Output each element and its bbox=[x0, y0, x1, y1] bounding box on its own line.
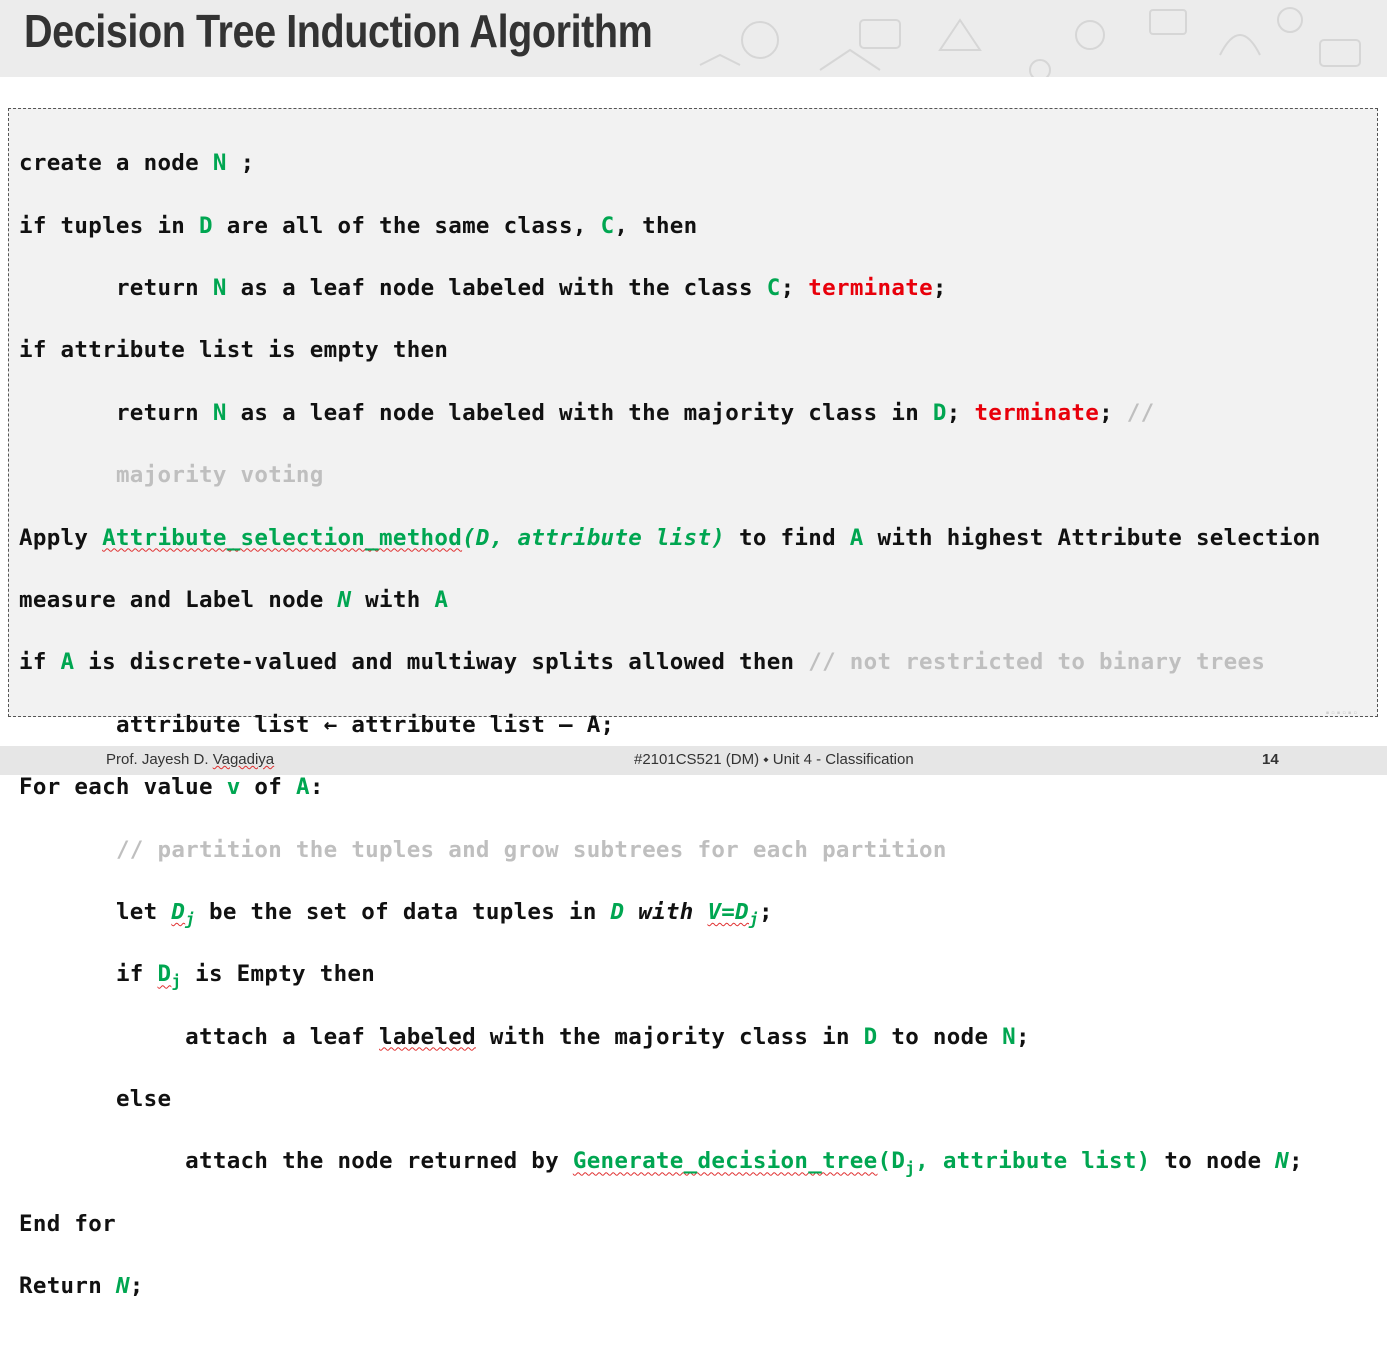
code-line-6: majority voting bbox=[19, 460, 1321, 491]
code-line-15: attach a leaf labeled with the majority … bbox=[185, 1023, 1030, 1050]
algorithm-code-block: create a node N ; if tuples in D are all… bbox=[8, 108, 1378, 1299]
code-line-19: Return N; bbox=[19, 1273, 144, 1300]
code-line-18: End for bbox=[19, 1210, 116, 1237]
slide-title: Decision Tree Induction Algorithm bbox=[24, 5, 653, 57]
code-line-11: For each value v of A: bbox=[19, 774, 324, 801]
code-line-5: return N as a leaf node labeled with the… bbox=[115, 399, 1155, 426]
footer-course: #2101CS521 (DM) ⬩ Unit 4 - Classificatio… bbox=[634, 751, 914, 768]
code-line-3: return N as a leaf node labeled with the… bbox=[115, 274, 947, 301]
code-line-14: if Dj is Empty then bbox=[115, 961, 376, 991]
footer-author: Prof. Jayesh D. Vagadiya bbox=[106, 751, 274, 768]
slide-footer: Prof. Jayesh D. Vagadiya #2101CS521 (DM)… bbox=[0, 746, 1387, 775]
university-logo-watermark: ▪▫▪▫▪▫ bbox=[1325, 708, 1359, 719]
code-line-16: else bbox=[115, 1086, 172, 1113]
terminate-keyword: terminate bbox=[808, 274, 933, 301]
code-line-7: Apply Attribute_selection_method(D, attr… bbox=[19, 524, 1321, 551]
terminate-keyword: terminate bbox=[974, 399, 1100, 426]
code-line-1: create a node N ; bbox=[19, 150, 255, 177]
code-line-9: if A is discrete-valued and multiway spl… bbox=[19, 649, 1266, 676]
code-line-13: let Dj be the set of data tuples in D wi… bbox=[115, 898, 773, 929]
author-prefix: Prof. Jayesh D. bbox=[106, 751, 213, 768]
code-line-4: if attribute list is empty then bbox=[19, 337, 449, 364]
code-comment: majority voting bbox=[115, 462, 324, 489]
code-line-10: attribute list ← attribute list – A; bbox=[115, 711, 615, 738]
code-comment: // partition the tuples and grow subtree… bbox=[115, 836, 947, 863]
code-comment: // not restricted to binary trees bbox=[808, 649, 1266, 676]
page-number: 14 bbox=[1262, 751, 1279, 768]
author-surname: Vagadiya bbox=[212, 751, 275, 768]
pseudocode: create a node N ; if tuples in D are all… bbox=[19, 117, 1321, 1365]
code-line-2: if tuples in D are all of the same class… bbox=[19, 212, 698, 239]
code-line-17: attach the node returned by Generate_dec… bbox=[185, 1148, 1303, 1178]
code-line-8: measure and Label node N with A bbox=[19, 586, 449, 613]
slide-header: Decision Tree Induction Algorithm bbox=[0, 0, 1387, 77]
code-line-12: // partition the tuples and grow subtree… bbox=[19, 835, 1321, 866]
